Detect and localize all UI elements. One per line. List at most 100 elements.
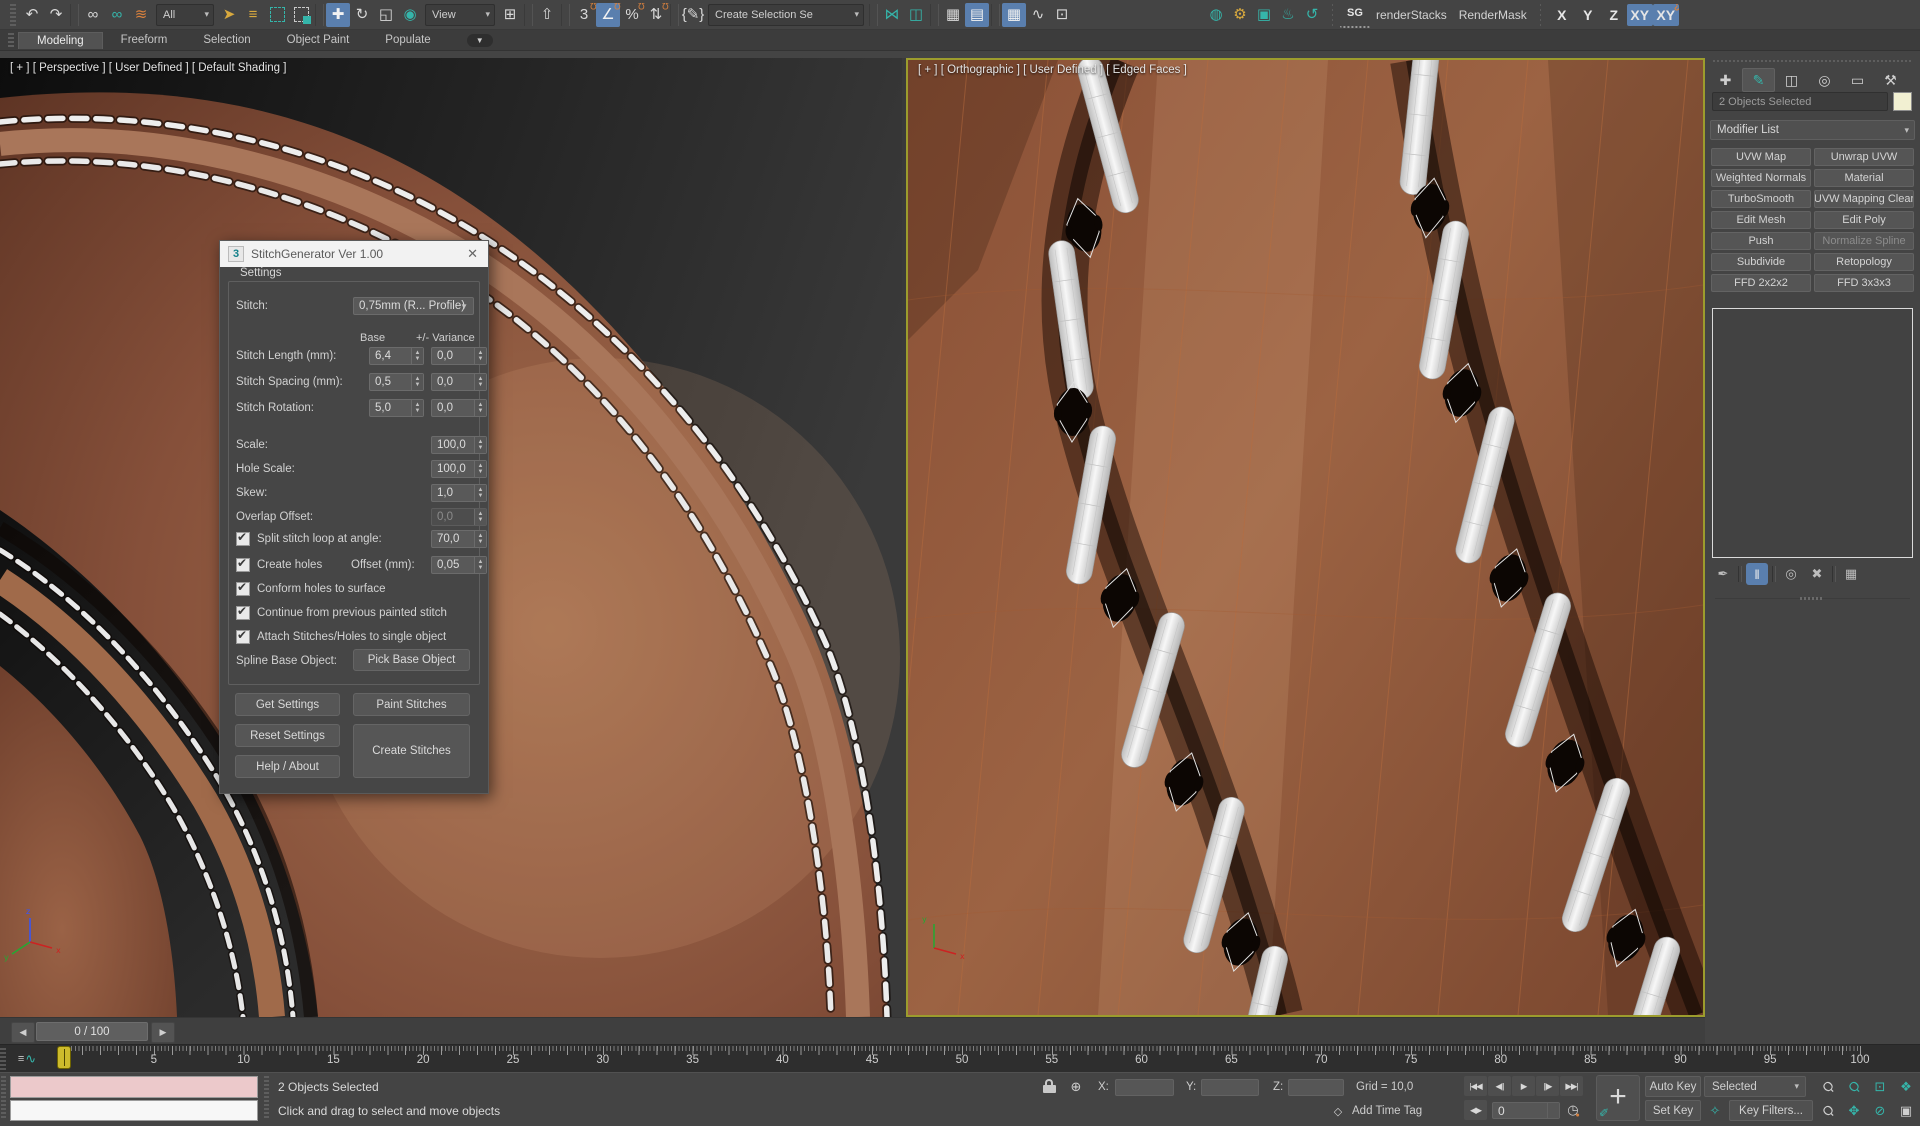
current-frame-field[interactable]: 0	[1492, 1102, 1560, 1119]
modifier-button[interactable]: Subdivide	[1711, 253, 1811, 271]
spinner-arrows-icon[interactable]	[411, 348, 423, 364]
rendered-frame-window-icon[interactable]: ▣	[1252, 3, 1276, 27]
time-configuration-icon[interactable]: ◷●	[1564, 1100, 1586, 1120]
named-selection-sets-icon[interactable]: {✎}	[681, 3, 705, 27]
y-axis-button[interactable]: Y	[1575, 4, 1601, 26]
spinner-arrows-icon[interactable]	[411, 374, 423, 390]
reset-settings-button[interactable]: Reset Settings	[235, 724, 340, 747]
modifier-button[interactable]: Edit Mesh	[1711, 211, 1811, 229]
remove-modifier-icon[interactable]: ✖	[1806, 563, 1828, 585]
trackbar-grip[interactable]	[0, 1048, 6, 1070]
pick-base-object-button[interactable]: Pick Base Object	[353, 649, 470, 671]
x-coordinate-field[interactable]	[1115, 1079, 1174, 1096]
select-and-scale-icon[interactable]: ◱	[374, 3, 398, 27]
spinner-snap-icon[interactable]: ⇅ Ω	[644, 3, 668, 27]
unlink-icon[interactable]: ∞	[105, 3, 129, 27]
key-mode-toggle-button[interactable]: ◀▶	[1464, 1100, 1487, 1120]
value-spinner[interactable]: 0,0	[431, 508, 487, 526]
Selection[interactable]: Selection	[185, 32, 268, 48]
spinner-arrows-icon[interactable]	[411, 400, 423, 416]
use-pivot-center-icon[interactable]: ⊞	[498, 3, 522, 27]
rendermask-label[interactable]: RenderMask	[1453, 3, 1533, 27]
show-end-result-icon[interactable]: ‖	[1746, 563, 1768, 585]
x-axis-button[interactable]: X	[1549, 4, 1575, 26]
pan-icon[interactable]: ✥	[1842, 1100, 1866, 1121]
base-spinner[interactable]: 5,0	[369, 399, 424, 417]
next-frame-button[interactable]: ||▶	[1536, 1076, 1559, 1096]
modifier-button[interactable]: Push	[1711, 232, 1811, 250]
xy-axis-button[interactable]: XY	[1627, 4, 1653, 26]
go-to-end-button[interactable]: ▶▶|	[1560, 1076, 1583, 1096]
ribbon-grip[interactable]	[8, 33, 14, 48]
xy-key-button[interactable]: XY ?	[1653, 4, 1679, 26]
renderstacks-label[interactable]: renderStacks	[1370, 3, 1453, 27]
viewport-label[interactable]: [ + ] [ Orthographic ] [ User Defined ] …	[918, 64, 1187, 76]
select-and-manipulate-icon[interactable]: ⇧	[535, 3, 559, 27]
selection-lock-icon[interactable]	[1042, 1079, 1058, 1093]
dialog-titlebar[interactable]: 3 StitchGenerator Ver 1.00 ✕	[220, 241, 488, 267]
spinner-arrows-icon[interactable]	[1547, 1103, 1559, 1118]
utilities-tab[interactable]: ⚒	[1874, 68, 1907, 92]
spinner-arrows-icon[interactable]	[474, 557, 486, 573]
Freeform[interactable]: Freeform	[103, 32, 186, 48]
object-name-field[interactable]: 2 Objects Selected	[1712, 92, 1888, 111]
set-key-button[interactable]: Set Key	[1645, 1100, 1701, 1121]
track-bar[interactable]: ≡∿ 0510152025303540455055606570758085909…	[0, 1044, 1920, 1072]
modifier-button[interactable]: Weighted Normals	[1711, 169, 1811, 187]
maxscript-macro-recorder[interactable]	[10, 1076, 258, 1098]
option-checkbox[interactable]	[236, 630, 250, 644]
motion-tab[interactable]: ◎	[1808, 68, 1841, 92]
spinner-arrows-icon[interactable]	[474, 437, 486, 453]
zoom-all-icon[interactable]: Ϙ	[1838, 1071, 1870, 1103]
create-holes-checkbox[interactable]	[236, 558, 250, 572]
sg-logo[interactable]: SG	[1340, 2, 1370, 28]
add-time-tag[interactable]: Add Time Tag	[1352, 1105, 1422, 1117]
statusbar-grip[interactable]	[1, 1076, 6, 1120]
angle-snap-icon[interactable]: ∠ Ω	[596, 3, 620, 27]
time-slider-handle[interactable]: 0 / 100	[36, 1022, 148, 1041]
bind-to-space-warp-icon[interactable]: ≋	[129, 3, 153, 27]
option-checkbox[interactable]	[236, 606, 250, 620]
variance-spinner[interactable]: 0,0	[431, 399, 487, 417]
modifier-list-dropdown[interactable]: Modifier List	[1710, 120, 1915, 140]
select-and-move-icon[interactable]: ✚	[326, 3, 350, 27]
select-and-place-icon[interactable]: ◉	[398, 3, 422, 27]
auto-key-button[interactable]: Auto Key	[1645, 1076, 1701, 1097]
variance-spinner[interactable]: 0,0	[431, 373, 487, 391]
get-settings-button[interactable]: Get Settings	[235, 693, 340, 716]
spinner-arrows-icon[interactable]	[474, 348, 486, 364]
link-icon[interactable]: ∞	[81, 3, 105, 27]
modifier-button[interactable]: TurboSmooth	[1711, 190, 1811, 208]
value-spinner[interactable]: 100,0	[431, 460, 487, 478]
spinner-arrows-icon[interactable]	[474, 485, 486, 501]
maxscript-mini-listener[interactable]	[10, 1100, 258, 1121]
mirror-icon[interactable]: ⋈	[880, 3, 904, 27]
modifier-button[interactable]: Normalize Spline	[1814, 232, 1914, 250]
play-button[interactable]: ▶	[1512, 1076, 1535, 1096]
spinner-arrows-icon[interactable]	[474, 374, 486, 390]
transform-gizmo-icon[interactable]: ⊕	[1066, 1078, 1086, 1096]
region-zoom-icon[interactable]: Ϙ	[1812, 1095, 1844, 1126]
select-and-rotate-icon[interactable]: ↻	[350, 3, 374, 27]
selection-region-icon[interactable]	[265, 3, 289, 27]
spinner-arrows-icon[interactable]	[474, 400, 486, 416]
z-axis-button[interactable]: Z	[1601, 4, 1627, 26]
display-tab[interactable]: ▭	[1841, 68, 1874, 92]
maximize-viewport-icon[interactable]: ▣	[1894, 1100, 1918, 1121]
snap-toggle-3d-icon[interactable]: 3 Ω	[572, 3, 596, 27]
holes-offset-spinner[interactable]: 0,05	[431, 556, 487, 574]
select-object-icon[interactable]: ➤	[217, 3, 241, 27]
ribbon-overflow-button[interactable]: ▼	[467, 34, 493, 47]
align-icon[interactable]: ◫	[904, 3, 928, 27]
split-angle-spinner[interactable]: 70,0	[431, 530, 487, 548]
render-setup-icon[interactable]: ⚙	[1228, 3, 1252, 27]
create-tab[interactable]: ✚	[1709, 68, 1742, 92]
select-by-name-icon[interactable]: ≡	[241, 3, 265, 27]
modifier-stack-list[interactable]	[1712, 308, 1913, 558]
modifier-button[interactable]: Edit Poly	[1814, 211, 1914, 229]
zoom-extents-selected-icon[interactable]: ⊡	[1868, 1076, 1892, 1097]
ribbon-toggle-icon[interactable]: ▦	[1002, 3, 1026, 27]
modifier-button[interactable]: UVW Map	[1711, 148, 1811, 166]
go-to-start-button[interactable]: |◀◀	[1464, 1076, 1487, 1096]
create-stitches-button[interactable]: Create Stitches	[353, 724, 470, 778]
